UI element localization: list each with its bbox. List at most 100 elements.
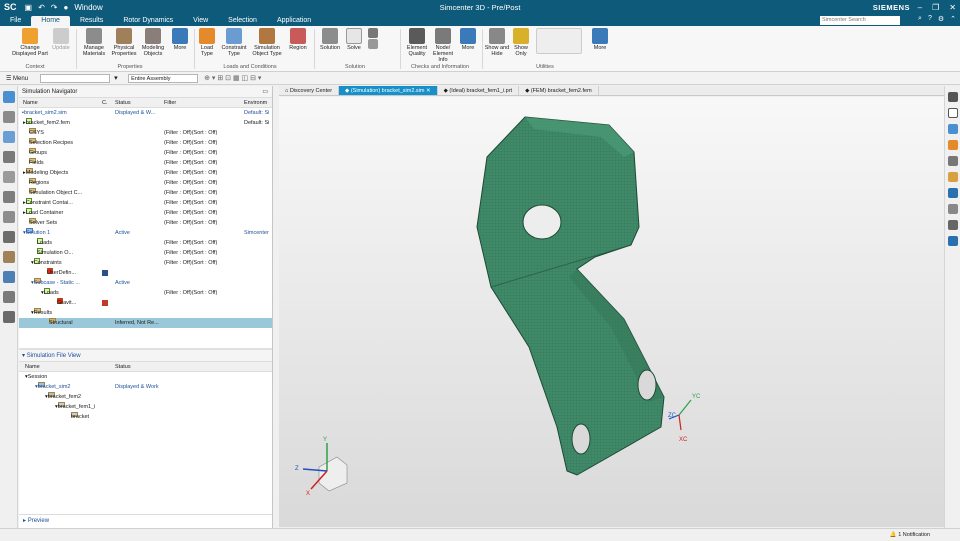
bracket-model[interactable]: YC ZC XC Y Z X	[279, 97, 944, 527]
table-row[interactable]: Gravit...	[19, 298, 272, 308]
more-checks-button[interactable]: More	[458, 28, 478, 51]
part-navigator-icon[interactable]	[2, 131, 15, 143]
col-status[interactable]: Status	[115, 362, 131, 372]
filter-icon[interactable]: ▾	[114, 74, 126, 82]
list-item[interactable]: ▾ bracket_sim2 Displayed & Work	[19, 382, 272, 392]
table-row[interactable]: Simulation Object C... (Filter : Off)(Sor…	[19, 188, 272, 198]
table-row[interactable]: Structural Inferred, Not Re...	[19, 318, 272, 328]
col-environment[interactable]: Environm	[244, 98, 267, 108]
minimize-icon[interactable]: –	[918, 3, 922, 12]
table-row[interactable]: ▪ bracket_sim2.sim Displayed & W... Defa…	[19, 108, 272, 118]
update-button[interactable]: Update	[50, 28, 72, 51]
help-icon[interactable]: ?	[928, 15, 932, 23]
col-filter[interactable]: Filter	[164, 98, 176, 108]
solution-button[interactable]: Solution	[318, 28, 342, 51]
list-item[interactable]: ▾ bracket_fem1_i	[19, 402, 272, 412]
table-row[interactable]: UserDefin...	[19, 268, 272, 278]
assembly-select[interactable]: Entire Assembly	[128, 73, 199, 83]
load-type-button[interactable]: Load Type	[196, 28, 218, 57]
table-row[interactable]: CSYS (Filter : Off)(Sort : Off)	[19, 128, 272, 138]
type-filter-select[interactable]	[40, 73, 111, 83]
panel-restore-icon[interactable]: ▭	[262, 86, 268, 98]
color-swatch[interactable]	[102, 300, 108, 306]
constraint-icon[interactable]	[2, 171, 15, 183]
tab-discovery-center[interactable]: ⌂ Discovery Center	[279, 86, 340, 95]
selection-tool-icons[interactable]: ⊕ ▾ ⊞ ⊡ ▦ ◫ ⊟ ▾	[204, 74, 261, 82]
manage-materials-button[interactable]: Manage Materials	[80, 28, 108, 57]
save-icon[interactable]: ▣	[25, 3, 33, 12]
tab-application[interactable]: Application	[267, 16, 321, 26]
close-icon[interactable]: ✕	[949, 3, 956, 12]
palette-icon[interactable]	[2, 311, 15, 323]
gear-icon[interactable]: ⚙	[938, 15, 944, 23]
wireframe-icon[interactable]	[947, 172, 958, 182]
show-only-button[interactable]: Show Only	[510, 28, 532, 57]
tab-view[interactable]: View	[183, 16, 218, 26]
mic-icon[interactable]: ●	[63, 3, 68, 12]
table-row[interactable]: ▸ bracket_fem2.fem Default: Si	[19, 118, 272, 128]
assembly-icon[interactable]	[2, 111, 15, 123]
gear-icon[interactable]	[947, 220, 958, 230]
undo-icon[interactable]: ↶	[38, 3, 45, 12]
modeling-objects-button[interactable]: Modeling Objects	[139, 28, 167, 57]
color-swatch[interactable]	[102, 270, 108, 276]
more-utilities-button[interactable]: More	[590, 28, 610, 51]
utility-tools[interactable]	[534, 28, 584, 55]
collapse-ribbon-icon[interactable]: ⌃	[950, 15, 956, 23]
document-icon[interactable]	[2, 231, 15, 243]
results-icon[interactable]	[2, 271, 15, 283]
list-item[interactable]: ▾ Session	[19, 372, 272, 382]
table-row[interactable]: Selection Recipes (Filter : Off)(Sort : O…	[19, 138, 272, 148]
file-view-header[interactable]: ▾ Simulation File View	[19, 350, 272, 362]
show-and-hide-button[interactable]: Show and Hide	[484, 28, 510, 57]
tab-rotor-dynamics[interactable]: Rotor Dynamics	[113, 16, 183, 26]
menu-button[interactable]: ☰ Menu	[0, 75, 34, 82]
graphics-viewport[interactable]: YC ZC XC Y Z X	[279, 97, 944, 527]
tab-home[interactable]: Home	[31, 16, 70, 26]
tab-selection[interactable]: Selection	[218, 16, 267, 26]
solution-tools[interactable]	[366, 28, 380, 50]
element-quality-button[interactable]: Element Quality	[404, 28, 430, 57]
table-row[interactable]: ▸ Modeling Objects (Filter : Off)(Sort : …	[19, 168, 272, 178]
preview-toggle[interactable]: ▸ Preview	[19, 514, 272, 526]
table-row[interactable]: ▾ Subcase - Static ... Active	[19, 278, 272, 288]
list-item[interactable]: bracket	[19, 412, 272, 422]
eye-icon[interactable]	[947, 156, 958, 166]
search-icon[interactable]: ⌕	[918, 15, 922, 23]
table-row[interactable]: ▸ Load Container (Filter : Off)(Sort : Of…	[19, 208, 272, 218]
physical-properties-button[interactable]: Physical Properties	[110, 28, 138, 57]
table-row[interactable]: Regions (Filter : Off)(Sort : Off)	[19, 178, 272, 188]
orient-icon[interactable]	[947, 92, 958, 102]
region-button[interactable]: Region	[286, 28, 310, 51]
table-row[interactable]: ▾ Results	[19, 308, 272, 318]
notification-indicator[interactable]: 🔔 1 Notification	[890, 529, 930, 541]
more-properties-button[interactable]: More	[170, 28, 190, 51]
node-element-info-button[interactable]: Node/ Element Info	[430, 28, 456, 63]
table-row[interactable]: ▸ Constraint Contai... (Filter : Off)(Sor…	[19, 198, 272, 208]
frame-icon[interactable]	[947, 108, 958, 118]
table-row[interactable]: Simulation O... (Filter : Off)(Sort : Off…	[19, 248, 272, 258]
simulation-object-type-button[interactable]: Simulation Object Type	[250, 28, 284, 57]
tab-file[interactable]: File	[0, 16, 31, 26]
history-icon[interactable]	[2, 291, 15, 303]
shade-icon[interactable]	[947, 140, 958, 150]
solve-button[interactable]: Solve	[344, 28, 364, 51]
redo-icon[interactable]: ↷	[51, 3, 58, 12]
view-triad[interactable]: Y Z X	[295, 437, 348, 497]
zoom-icon[interactable]	[947, 188, 958, 198]
change-displayed-part-button[interactable]: Change Displayed Part	[12, 28, 48, 57]
table-row[interactable]: Loads (Filter : Off)(Sort : Off)	[19, 238, 272, 248]
restore-icon[interactable]: ❐	[932, 3, 939, 12]
table-row[interactable]: ▾ Constraints (Filter : Off)(Sort : Off)	[19, 258, 272, 268]
col-name[interactable]: Name	[23, 98, 38, 108]
bell-icon[interactable]	[2, 211, 15, 223]
tab-simulation[interactable]: ◆ (Simulation) bracket_sim2.sim ✕	[339, 86, 438, 95]
close-x-icon[interactable]	[947, 204, 958, 214]
sim-navigator-icon[interactable]	[2, 91, 15, 103]
material-icon[interactable]	[2, 251, 15, 263]
col-status[interactable]: Status	[115, 98, 131, 108]
tab-results[interactable]: Results	[70, 16, 113, 26]
search-input[interactable]: Simcenter Search	[820, 16, 900, 25]
tab-ideal-part[interactable]: ◆ (Ideal) bracket_fem1_i.prt	[438, 86, 520, 95]
table-row[interactable]: ▾ Loads (Filter : Off)(Sort : Off)	[19, 288, 272, 298]
